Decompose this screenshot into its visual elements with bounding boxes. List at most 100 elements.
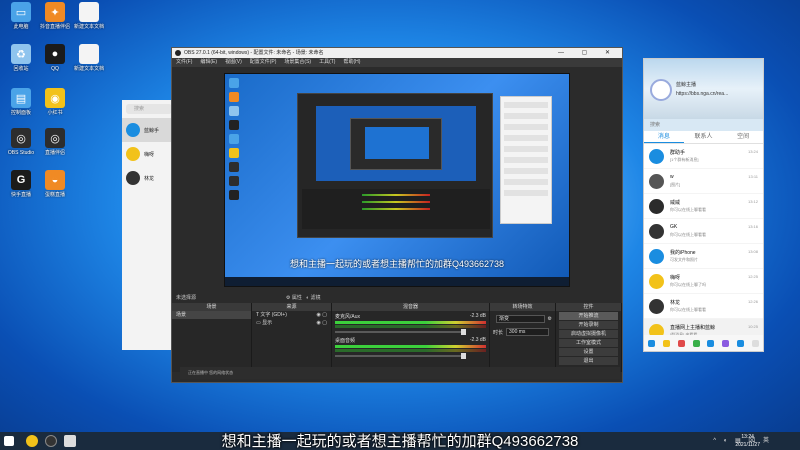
qq-icon: ● xyxy=(45,44,65,64)
source-toolbar: 未选择源 ⚙ 属性 ◐ 滤镜 xyxy=(172,293,622,303)
conversation-name: 林龙 xyxy=(670,300,681,306)
desktop-shortcut-label: 新建文本文档 xyxy=(73,24,104,30)
filters-button[interactable]: 滤镜 xyxy=(310,295,320,301)
avatar xyxy=(649,274,664,289)
virtual-camera-button[interactable]: 启动虚拟摄像机 xyxy=(559,330,618,338)
menu-item[interactable]: 工具(T) xyxy=(319,58,335,67)
tab-contacts[interactable]: 联系人 xyxy=(684,131,724,143)
conversation-item[interactable]: 我的iPhone 可发文件和照片 13:08 xyxy=(644,244,763,269)
menu-item[interactable]: 配置文件(P) xyxy=(250,58,277,67)
contact-name: 林龙 xyxy=(144,175,155,182)
conversation-preview: [1个群有新消息] xyxy=(670,157,699,162)
qq-message-list: 群助手 [1个群有新消息] 13:24 w [图片] 13:11 威威 你可以在线上聊看看 13… xyxy=(644,144,763,344)
desktop-shortcut[interactable]: ♻ 回收站 xyxy=(2,44,40,72)
qq-nickname: 蓝鲸主播 xyxy=(676,82,697,88)
track-name: 麦克风/Aux xyxy=(335,314,361,320)
conversation-time: 12:26 xyxy=(747,299,758,304)
window-controls[interactable]: — ▢ ✕ xyxy=(558,48,618,58)
desktop-shortcut[interactable]: G 快手直播 xyxy=(2,170,40,198)
desktop-shortcut[interactable]: 新建文本文档 xyxy=(70,44,108,72)
avatar xyxy=(649,149,664,164)
avatar xyxy=(126,123,140,137)
list-item[interactable]: 林龙 xyxy=(122,166,176,190)
conversation-item[interactable]: 林龙 你可以在线上聊看看 12:26 xyxy=(644,294,763,319)
sources-header: 来源 xyxy=(252,303,331,311)
scene-item[interactable]: 场景 xyxy=(172,311,251,319)
desktop-shortcut-label: 小红书 xyxy=(47,110,63,116)
source-item[interactable]: ▭ 显示 ◉ ▢ xyxy=(252,319,331,327)
conversation-time: 13:24 xyxy=(747,149,758,154)
volume-meter xyxy=(335,349,486,352)
gear-icon[interactable]: ⚙ xyxy=(286,295,290,301)
conversation-name: 嗨呀 xyxy=(670,275,681,281)
conversation-name: 我的iPhone xyxy=(670,250,696,256)
eye-icon[interactable]: ◉ ▢ xyxy=(317,319,327,327)
eye-icon[interactable]: ◉ ▢ xyxy=(317,311,327,319)
desktop-shortcut[interactable]: ◎ 直播伴侣 xyxy=(36,128,74,156)
gear-icon[interactable]: ⚙ xyxy=(548,316,552,322)
studio-mode-button[interactable]: 工作室模式 xyxy=(559,339,618,347)
conversation-item[interactable]: 威威 你可以在线上聊看看 13:12 xyxy=(644,194,763,219)
left-chat-search[interactable]: 搜索 xyxy=(126,104,172,114)
list-item[interactable]: 嗨呀 xyxy=(122,142,176,166)
avatar[interactable] xyxy=(650,79,672,101)
start-streaming-button[interactable]: 开始推流 xyxy=(559,312,618,320)
obs-window: OBS 27.0.1 (64-bit, windows) - 配置文件: 未命名… xyxy=(171,47,623,383)
preview-nested-obs xyxy=(297,93,493,238)
scenes-header: 场景 xyxy=(172,303,251,311)
filter-icon[interactable]: ◐ xyxy=(306,295,309,301)
conversation-name: 直播网上主播和蓝鲸 xyxy=(670,325,716,331)
desktop-shortcut[interactable]: ◒ 蛋糕直播 xyxy=(36,170,74,198)
volume-meter xyxy=(335,325,486,328)
menu-item[interactable]: 编辑(E) xyxy=(200,58,217,67)
track-db: -2.3 dB xyxy=(469,337,486,343)
live-status-strip: 正在直播中 您的网络状态 xyxy=(180,367,620,379)
desktop-shortcut[interactable]: 新建文本文档 xyxy=(70,2,108,30)
duration-input[interactable]: 300 ms xyxy=(506,328,549,336)
volume-meter xyxy=(335,345,486,348)
mixer-header: 混音器 xyxy=(332,303,489,311)
avatar xyxy=(126,147,140,161)
menu-item[interactable]: 视图(V) xyxy=(225,58,242,67)
preview-desktop-icons xyxy=(227,76,267,204)
desktop-shortcut[interactable]: ● QQ xyxy=(36,44,74,72)
volume-slider[interactable] xyxy=(335,329,466,335)
menu-item[interactable]: 帮助(H) xyxy=(343,58,360,67)
volume-meter xyxy=(335,321,486,324)
preview-canvas[interactable]: 想和主播一起玩的或者想主播帮忙的加群Q493662738 xyxy=(224,73,570,287)
transition-select[interactable]: 渐变 xyxy=(496,315,545,323)
conversation-item[interactable]: 群助手 [1个群有新消息] 13:24 xyxy=(644,144,763,169)
desktop-shortcut[interactable]: ▤ 控制面板 xyxy=(2,88,40,116)
conversation-time: 10:25 xyxy=(747,324,758,329)
properties-button[interactable]: 属性 xyxy=(292,295,302,301)
desktop-shortcut[interactable]: ✦ 抖音直播伴侣 xyxy=(36,2,74,30)
settings-button[interactable]: 设置 xyxy=(559,348,618,356)
conversation-item[interactable]: 嗨呀 你可以在线上聊了吗 12:25 xyxy=(644,269,763,294)
obs-title: OBS 27.0.1 (64-bit, windows) - 配置文件: 未命名… xyxy=(184,50,324,56)
qq-search-input[interactable]: 搜索 xyxy=(644,119,763,131)
desktop-shortcut-label: 回收站 xyxy=(13,66,29,72)
conversation-item[interactable]: w [图片] 13:11 xyxy=(644,169,763,194)
start-recording-button[interactable]: 开始录制 xyxy=(559,321,618,329)
menu-item[interactable]: 文件(F) xyxy=(176,58,192,67)
track-name: 桌面音频 xyxy=(335,338,356,344)
conversation-time: 13:11 xyxy=(748,174,758,179)
desktop-shortcut[interactable]: ◉ 小红书 xyxy=(36,88,74,116)
desktop-shortcut[interactable]: ▭ 此电脑 xyxy=(2,2,40,30)
qq-tabs: 消息 联系人 空间 xyxy=(644,131,763,144)
desktop-shortcut-label: 抖音直播伴侣 xyxy=(39,24,70,30)
tab-messages[interactable]: 消息 xyxy=(644,131,684,143)
avatar xyxy=(649,174,664,189)
avatar xyxy=(126,171,140,185)
conversation-item[interactable]: GK 你可以在线上聊看看 13:16 xyxy=(644,219,763,244)
conversation-time: 13:08 xyxy=(747,249,758,254)
conversation-name: GK xyxy=(670,224,678,230)
source-item[interactable]: T 文字 (GDI+) ◉ ▢ xyxy=(252,311,331,319)
desktop-shortcut[interactable]: ◎ OBS Studio xyxy=(2,128,40,156)
list-item[interactable]: 蓝鲸手 xyxy=(122,118,176,142)
volume-slider[interactable] xyxy=(335,353,466,359)
tab-space[interactable]: 空间 xyxy=(723,131,763,143)
exit-button[interactable]: 退出 xyxy=(559,357,618,365)
conversation-name: 威威 xyxy=(670,200,681,206)
menu-item[interactable]: 场景集合(S) xyxy=(284,58,311,67)
